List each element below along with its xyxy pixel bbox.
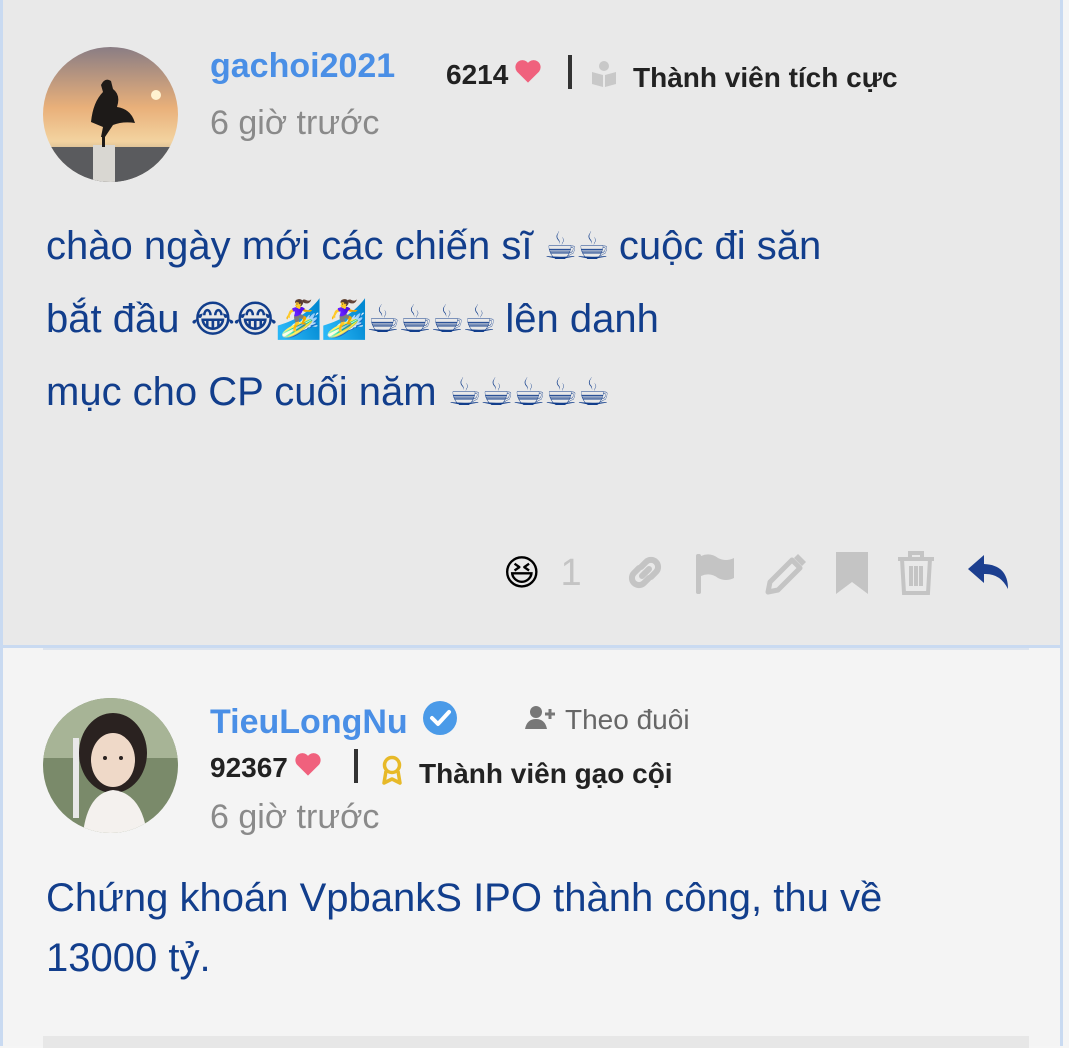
post-time: 6 giờ trước (210, 798, 380, 836)
verified-icon (422, 700, 458, 745)
post-card: gachoi2021 6214 Thành viên tích cực 6 gi… (0, 0, 1063, 648)
separator (568, 55, 572, 89)
reply-icon[interactable] (966, 553, 1012, 593)
post-actions: 😆 1 (503, 550, 1012, 596)
follow-label: Theo đuôi (565, 704, 690, 735)
rank-label: Thành viên gạo cội (419, 757, 673, 789)
divider (43, 648, 1029, 650)
follow-user-icon (525, 704, 555, 736)
score: 6214 (446, 58, 542, 91)
content-line: chào ngày mới các chiến sĩ ☕☕ cuộc đi să… (46, 224, 822, 268)
rank-label: Thành viên tích cực (633, 61, 898, 93)
rank-badge: Thành viên tích cực (591, 60, 898, 95)
reaction-count: 1 (560, 551, 582, 594)
bookmark-icon[interactable] (832, 550, 872, 596)
username[interactable]: gachoi2021 (210, 47, 395, 86)
rank-book-icon (591, 60, 617, 95)
reaction-emoji: 😆 (503, 552, 541, 593)
flag-icon[interactable] (692, 550, 738, 596)
post-content: chào ngày mới các chiến sĩ ☕☕ cuộc đi să… (46, 210, 1036, 429)
content-line: bắt đầu 😂😂🏄‍♀️🏄‍♀️☕☕☕☕ lên danh (46, 297, 659, 341)
score-value: 6214 (446, 58, 509, 90)
username[interactable]: TieuLongNu (210, 700, 458, 745)
next-post-preview (43, 1036, 1029, 1048)
score: 92367 (210, 751, 322, 784)
heart-icon (514, 58, 542, 91)
rank-badge: Thành viên gạo cội (379, 755, 673, 792)
separator (354, 749, 358, 783)
avatar[interactable] (43, 698, 178, 833)
post-time: 6 giờ trước (210, 104, 380, 142)
edit-icon[interactable] (762, 550, 808, 596)
heart-icon (294, 751, 322, 784)
follow-button[interactable]: Theo đuôi (525, 704, 690, 736)
score-value: 92367 (210, 751, 288, 783)
reaction-button[interactable]: 😆 1 (503, 552, 582, 595)
post-card: TieuLongNu Theo đuôi 92367 Thành viên gạ… (0, 648, 1063, 1048)
content-line: mục cho CP cuối năm ☕☕☕☕☕ (46, 370, 610, 414)
avatar[interactable] (43, 47, 178, 182)
content-line: 13000 tỷ. (46, 936, 211, 980)
link-icon[interactable] (622, 550, 668, 596)
content-line: Chứng khoán VpbankS IPO thành công, thu … (46, 876, 883, 920)
trash-icon[interactable] (896, 550, 936, 596)
rank-medal-icon (379, 755, 405, 792)
post-content: Chứng khoán VpbankS IPO thành công, thu … (46, 868, 1036, 988)
